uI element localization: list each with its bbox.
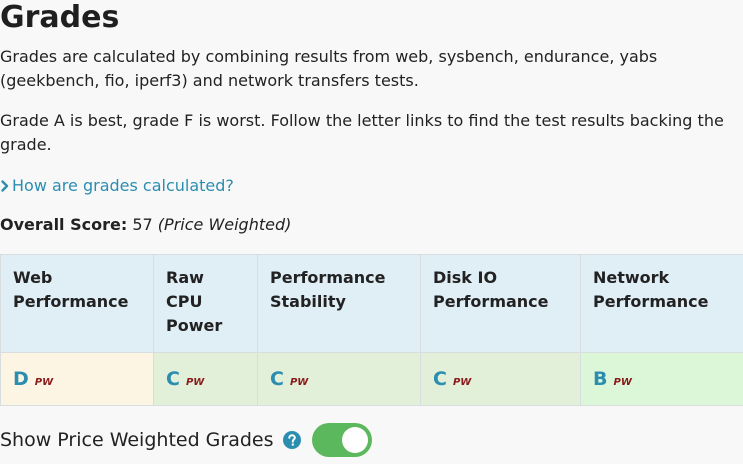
overall-score: Overall Score: 57 (Price Weighted) (0, 213, 291, 237)
header-network-performance: Network Performance (580, 254, 743, 353)
grade-link-disk-io-performance[interactable]: C (433, 368, 447, 390)
explanation-text: Grade A is best, grade F is worst. Follo… (0, 111, 724, 154)
grade-cell-raw-cpu-power: C PW (153, 352, 258, 406)
overall-score-label: Overall Score: (0, 215, 128, 234)
pw-tag-disk-io-performance[interactable]: PW (453, 377, 471, 388)
pw-tag-performance-stability[interactable]: PW (290, 377, 308, 388)
price-weighted-toggle[interactable] (311, 423, 372, 457)
toggle-knob[interactable] (341, 427, 368, 453)
grade-cell-performance-stability: C PW (257, 352, 421, 406)
grades-header-row: Web Performance Raw CPU Power Performanc… (0, 254, 743, 353)
price-weighted-toggle-row: Show Price Weighted Grades (0, 422, 372, 458)
header-disk-io-performance: Disk IO Performance (420, 254, 581, 353)
grade-link-performance-stability[interactable]: C (270, 368, 284, 390)
pw-tag-network-performance[interactable]: PW (613, 377, 631, 388)
grade-cell-network-performance: B PW (580, 352, 743, 406)
question-circle-icon[interactable] (282, 431, 301, 449)
price-weighted-toggle-label: Show Price Weighted Grades (0, 429, 274, 451)
header-performance-stability: Performance Stability (257, 254, 421, 353)
grade-cell-web-performance: D PW (0, 352, 154, 406)
intro-text: Grades are calculated by combining resul… (0, 47, 658, 90)
grade-link-web-performance[interactable]: D (13, 368, 29, 390)
grade-link-raw-cpu-power[interactable]: C (166, 368, 180, 390)
chevron-right-icon (1, 180, 9, 192)
overall-score-value: 57 (132, 215, 153, 234)
grade-link-network-performance[interactable]: B (593, 368, 607, 390)
pw-tag-web-performance[interactable]: PW (35, 377, 53, 388)
header-raw-cpu-power: Raw CPU Power (153, 254, 258, 353)
overall-score-note: (Price Weighted) (157, 215, 292, 234)
how-grades-link[interactable]: How are grades calculated? (0, 174, 234, 198)
pw-tag-raw-cpu-power[interactable]: PW (186, 377, 204, 388)
grades-row: D PW C PW C PW C PW B PW (0, 352, 743, 406)
grade-cell-disk-io-performance: C PW (420, 352, 581, 406)
how-grades-link-label[interactable]: How are grades calculated? (12, 174, 234, 198)
header-web-performance: Web Performance (0, 254, 154, 353)
grades-table: Web Performance Raw CPU Power Performanc… (0, 254, 743, 406)
page-title: Grades (0, 0, 120, 35)
